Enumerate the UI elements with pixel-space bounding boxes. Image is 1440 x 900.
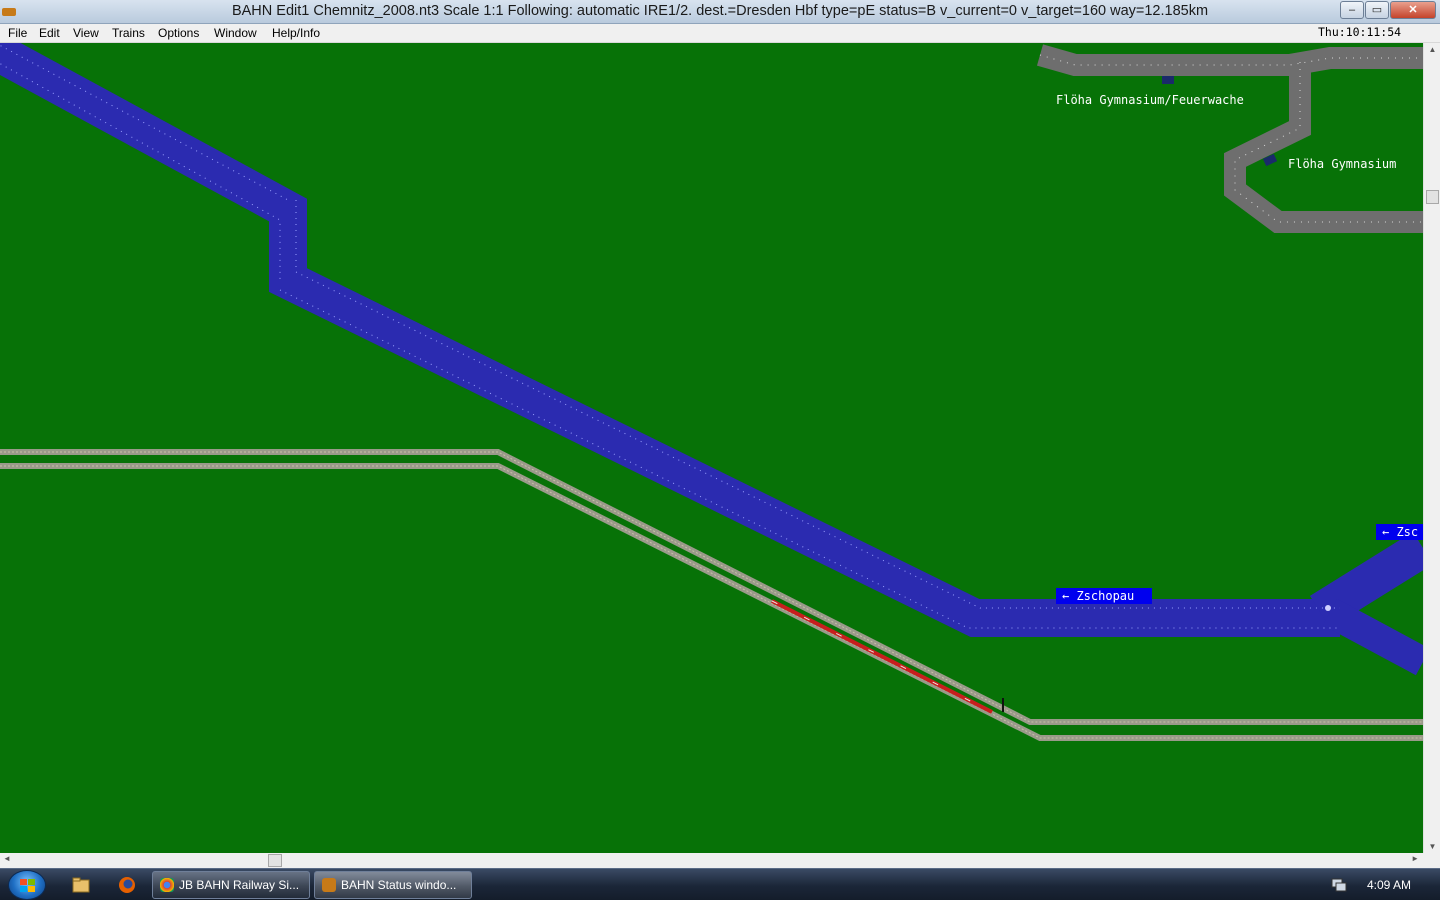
title-bar: BAHN Edit1 Chemnitz_2008.nt3 Scale 1:1 F… — [0, 0, 1440, 24]
menu-edit[interactable]: Edit — [39, 26, 60, 40]
vertical-scrollbar[interactable]: ▲ ▼ — [1423, 43, 1440, 853]
bahn-app-icon — [322, 878, 336, 892]
close-button[interactable]: ✕ — [1390, 1, 1436, 19]
chrome-icon — [160, 878, 174, 892]
menu-file[interactable]: File — [8, 26, 27, 40]
taskbar-item-chrome[interactable]: JB BAHN Railway Si... — [152, 871, 310, 899]
simulation-clock: Thu:10:11:54 — [1318, 25, 1402, 39]
road-branch-down — [1322, 598, 1423, 676]
scroll-down-icon[interactable]: ▼ — [1424, 842, 1440, 851]
windows-logo-icon — [20, 879, 35, 892]
menu-window[interactable]: Window — [214, 26, 257, 40]
menu-bar: File Edit View Trains Options Window Hel… — [0, 24, 1440, 43]
menu-help-info[interactable]: Help/Info — [272, 26, 320, 40]
street-top — [1036, 44, 1423, 76]
horizontal-scrollbar[interactable]: ◄ ► — [0, 853, 1423, 868]
road-junction-marker — [1325, 605, 1331, 611]
taskbar-item-label: JB BAHN Railway Si... — [179, 878, 300, 892]
menu-options[interactable]: Options — [158, 26, 199, 40]
street-network — [1036, 44, 1423, 233]
direction-sign-zsc[interactable]: ← Zsc — [1376, 524, 1423, 540]
menu-view[interactable]: View — [73, 26, 99, 40]
firefox-icon[interactable] — [117, 875, 137, 895]
map-drawing — [0, 43, 1423, 741]
start-button[interactable] — [8, 870, 46, 900]
horizontal-scroll-thumb[interactable] — [268, 854, 282, 867]
network-tray-icon[interactable] — [1331, 878, 1347, 892]
taskbar-item-label: BAHN Status windo... — [341, 878, 457, 892]
road-main — [0, 43, 1340, 637]
scroll-right-icon[interactable]: ► — [1411, 854, 1419, 863]
system-clock[interactable]: 4:09 AM — [1367, 878, 1411, 892]
street-branch — [1224, 62, 1423, 233]
taskbar-item-bahn-status[interactable]: BAHN Status windo... — [314, 871, 472, 899]
menu-trains[interactable]: Trains — [112, 26, 145, 40]
file-explorer-icon[interactable] — [71, 875, 91, 895]
scrollbar-corner — [1423, 853, 1440, 868]
vertical-scroll-thumb[interactable] — [1426, 190, 1439, 204]
map-canvas[interactable]: Flöha Gymnasium/Feuerwache Flöha Gymnasi… — [0, 43, 1423, 853]
station-label-feuerwache[interactable]: Flöha Gymnasium/Feuerwache — [1056, 93, 1244, 107]
minimize-button[interactable]: – — [1340, 1, 1364, 19]
maximize-button[interactable]: ▭ — [1365, 1, 1389, 19]
taskbar: JB BAHN Railway Si... BAHN Status windo.… — [0, 868, 1440, 900]
scroll-up-icon[interactable]: ▲ — [1424, 45, 1440, 54]
scroll-left-icon[interactable]: ◄ — [3, 854, 11, 863]
bus-stop-marker-1 — [1162, 76, 1174, 84]
window-title: BAHN Edit1 Chemnitz_2008.nt3 Scale 1:1 F… — [231, 3, 1209, 19]
blue-road — [0, 43, 1423, 676]
direction-sign-zschopau[interactable]: ← Zschopau — [1056, 588, 1152, 604]
station-label-gymnasium[interactable]: Flöha Gymnasium — [1288, 157, 1396, 171]
